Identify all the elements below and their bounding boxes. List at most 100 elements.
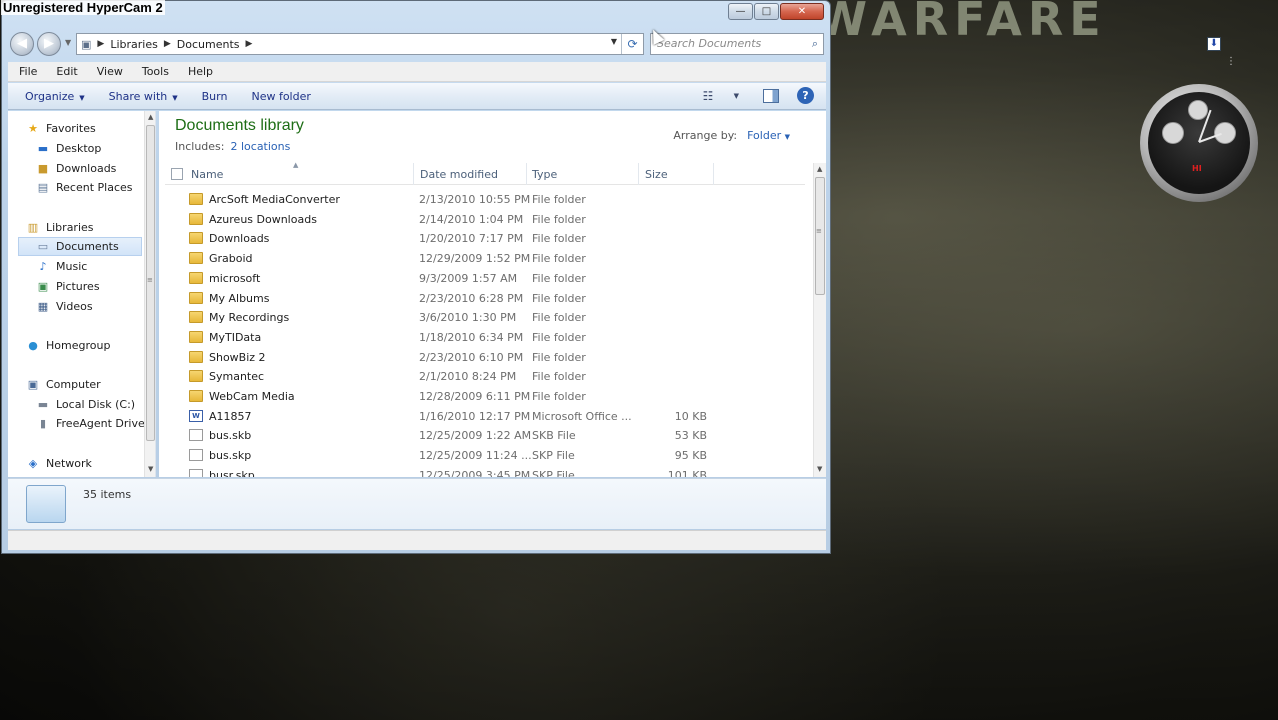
file-name: MyTIData — [209, 330, 262, 344]
file-list-scrollbar[interactable]: ▲ ≡ ▼ — [813, 163, 826, 477]
file-row[interactable]: ShowBiz 2 2/23/2010 6:10 PM File folder — [165, 349, 805, 368]
views-dropdown-icon[interactable]: ▼ — [734, 92, 739, 100]
scroll-up-icon[interactable]: ▲ — [148, 113, 153, 121]
maximize-button[interactable]: □ — [754, 3, 779, 20]
locations-link[interactable]: 2 locations — [230, 140, 290, 153]
scroll-down-icon[interactable]: ▼ — [817, 465, 822, 473]
search-icon[interactable]: ⌕ — [812, 37, 818, 51]
select-all-checkbox[interactable] — [171, 168, 183, 180]
menu-help[interactable]: Help — [177, 65, 221, 78]
menu-edit[interactable]: Edit — [45, 65, 85, 78]
sidebar-item-network[interactable]: ◈ Network — [26, 454, 155, 473]
details-pane: 35 items — [8, 478, 826, 529]
sidebar-item-downloads[interactable]: ■ Downloads — [36, 159, 155, 178]
menu-file[interactable]: File — [8, 65, 45, 78]
sidebar-label: Local Disk (C:) — [56, 398, 136, 411]
file-row[interactable]: WebCam Media 12/28/2009 6:11 PM File folde… — [165, 388, 805, 407]
recent-places-icon: ▤ — [37, 181, 49, 194]
file-row[interactable]: busr.skp 12/25/2009 3:45 PM SKP File 101 KB — [165, 467, 805, 477]
sidebar-item-recent-places[interactable]: ▤ Recent Places — [36, 178, 155, 197]
arrange-value: Folder — [747, 129, 782, 142]
file-row[interactable]: Graboid 12/29/2009 1:52 PM File folder — [165, 250, 805, 269]
file-row[interactable]: My Albums 2/23/2010 6:28 PM File folder — [165, 290, 805, 309]
address-bar[interactable]: ▣ ▶ Libraries ▶ Documents ▶ ▼ ⟳ — [76, 33, 644, 55]
share-with-button[interactable]: Share with ▼ — [100, 90, 187, 103]
sidebar-item-homegroup[interactable]: ● Homegroup — [26, 336, 155, 355]
sidebar-item-freeagent-drive[interactable]: ▮ FreeAgent Drive ( — [36, 414, 155, 433]
gadget-download-icon[interactable]: ⬇ — [1207, 37, 1221, 51]
sidebar-scrollbar[interactable]: ▲ ≡ ▼ — [144, 111, 155, 477]
sidebar-item-libraries[interactable]: ▥ Libraries — [26, 218, 155, 237]
file-row[interactable]: MyTIData 1/18/2010 6:34 PM File folder — [165, 329, 805, 348]
gadget-handle-icon[interactable]: ⋮ — [1226, 56, 1236, 68]
sidebar-item-pictures[interactable]: ▣ Pictures — [36, 277, 155, 296]
close-button[interactable]: ✕ — [780, 3, 824, 20]
file-row[interactable]: Downloads 1/20/2010 7:17 PM File folder — [165, 230, 805, 249]
change-view-icon[interactable]: ☷ — [703, 89, 719, 103]
sidebar-item-documents[interactable]: ▭ Documents — [18, 237, 142, 256]
help-icon[interactable]: ? — [797, 87, 814, 104]
sidebar-label: Homegroup — [46, 339, 111, 352]
file-row[interactable]: Azureus Downloads 2/14/2010 1:04 PM File f… — [165, 211, 805, 230]
file-row[interactable]: W A11857 1/16/2010 12:17 PM Microsoft Offic… — [165, 408, 805, 427]
column-name[interactable]: Name — [191, 168, 223, 181]
sidebar-item-computer[interactable]: ▣ Computer — [26, 375, 155, 394]
burn-button[interactable]: Burn — [193, 90, 237, 103]
menu-tools[interactable]: Tools — [131, 65, 177, 78]
menu-view[interactable]: View — [86, 65, 131, 78]
column-date-modified[interactable]: Date modified — [420, 168, 498, 181]
folder-icon — [189, 330, 203, 343]
file-type: SKB File — [532, 429, 576, 443]
file-row[interactable]: microsoft 9/3/2009 1:57 AM File folder — [165, 270, 805, 289]
window-controls: — □ ✕ — [728, 3, 824, 20]
breadcrumb-chevron-icon[interactable]: ▶ — [164, 39, 171, 49]
scroll-up-icon[interactable]: ▲ — [817, 165, 822, 173]
sidebar-item-local-disk[interactable]: ▬ Local Disk (C:) — [36, 395, 155, 414]
file-date-modified: 1/20/2010 7:17 PM — [419, 232, 524, 246]
documents-library-icon — [26, 485, 66, 523]
column-divider[interactable] — [713, 163, 714, 185]
recording-watermark: Unregistered HyperCam 2 — [1, 0, 165, 15]
file-type: SKP File — [532, 449, 575, 463]
file-row[interactable]: bus.skb 12/25/2009 1:22 AM SKB File 53 KB — [165, 427, 805, 446]
file-name: My Albums — [209, 291, 270, 305]
clock-gadget[interactable]: HI — [1140, 84, 1258, 202]
folder-icon — [189, 252, 203, 265]
sidebar-item-favorites[interactable]: ★ Favorites — [26, 119, 155, 138]
forward-button[interactable]: ▶ — [37, 32, 61, 56]
minimize-button[interactable]: — — [728, 3, 753, 20]
file-list-scroll-thumb[interactable] — [815, 177, 825, 295]
breadcrumb-chevron-icon[interactable]: ▶ — [245, 39, 252, 49]
back-button[interactable]: ◀ — [10, 32, 34, 56]
breadcrumb-chevron-icon[interactable]: ▶ — [97, 39, 104, 49]
file-row[interactable]: ArcSoft MediaConverter 2/13/2010 10:55 PM… — [165, 191, 805, 210]
scroll-down-icon[interactable]: ▼ — [148, 465, 153, 473]
address-dropdown-icon[interactable]: ▼ — [611, 37, 617, 46]
file-date-modified: 2/1/2010 8:24 PM — [419, 370, 517, 384]
organize-button[interactable]: Organize ▼ — [16, 90, 94, 103]
column-divider[interactable] — [638, 163, 639, 185]
column-divider[interactable] — [526, 163, 527, 185]
sidebar-item-desktop[interactable]: ▬ Desktop — [36, 139, 155, 158]
breadcrumb-documents[interactable]: Documents — [177, 38, 240, 51]
arrange-by-dropdown[interactable]: Folder ▼ — [747, 129, 790, 142]
file-type: Microsoft Office ... — [532, 409, 632, 423]
breadcrumb-libraries[interactable]: Libraries — [110, 38, 158, 51]
recent-pages-dropdown-icon[interactable]: ▼ — [65, 38, 71, 47]
downloads-folder-icon: ■ — [37, 162, 49, 175]
new-folder-button[interactable]: New folder — [242, 90, 319, 103]
sidebar-item-videos[interactable]: ▦ Videos — [36, 297, 155, 316]
column-type[interactable]: Type — [532, 168, 557, 181]
file-row[interactable]: Symantec 2/1/2010 8:24 PM File folder — [165, 368, 805, 387]
folder-icon — [189, 232, 203, 245]
file-date-modified: 2/23/2010 6:28 PM — [419, 291, 524, 305]
search-input[interactable]: Search Documents ⌕ — [650, 33, 824, 55]
column-size[interactable]: Size — [645, 168, 668, 181]
refresh-icon[interactable]: ⟳ — [621, 34, 643, 54]
sidebar-label: Videos — [56, 300, 93, 313]
preview-pane-icon[interactable] — [763, 88, 779, 103]
file-row[interactable]: My Recordings 3/6/2010 1:30 PM File folder — [165, 309, 805, 328]
column-divider[interactable] — [413, 163, 414, 185]
file-row[interactable]: bus.skp 12/25/2009 11:24 ... SKP File 95 KB — [165, 447, 805, 466]
sidebar-item-music[interactable]: ♪ Music — [36, 257, 155, 276]
